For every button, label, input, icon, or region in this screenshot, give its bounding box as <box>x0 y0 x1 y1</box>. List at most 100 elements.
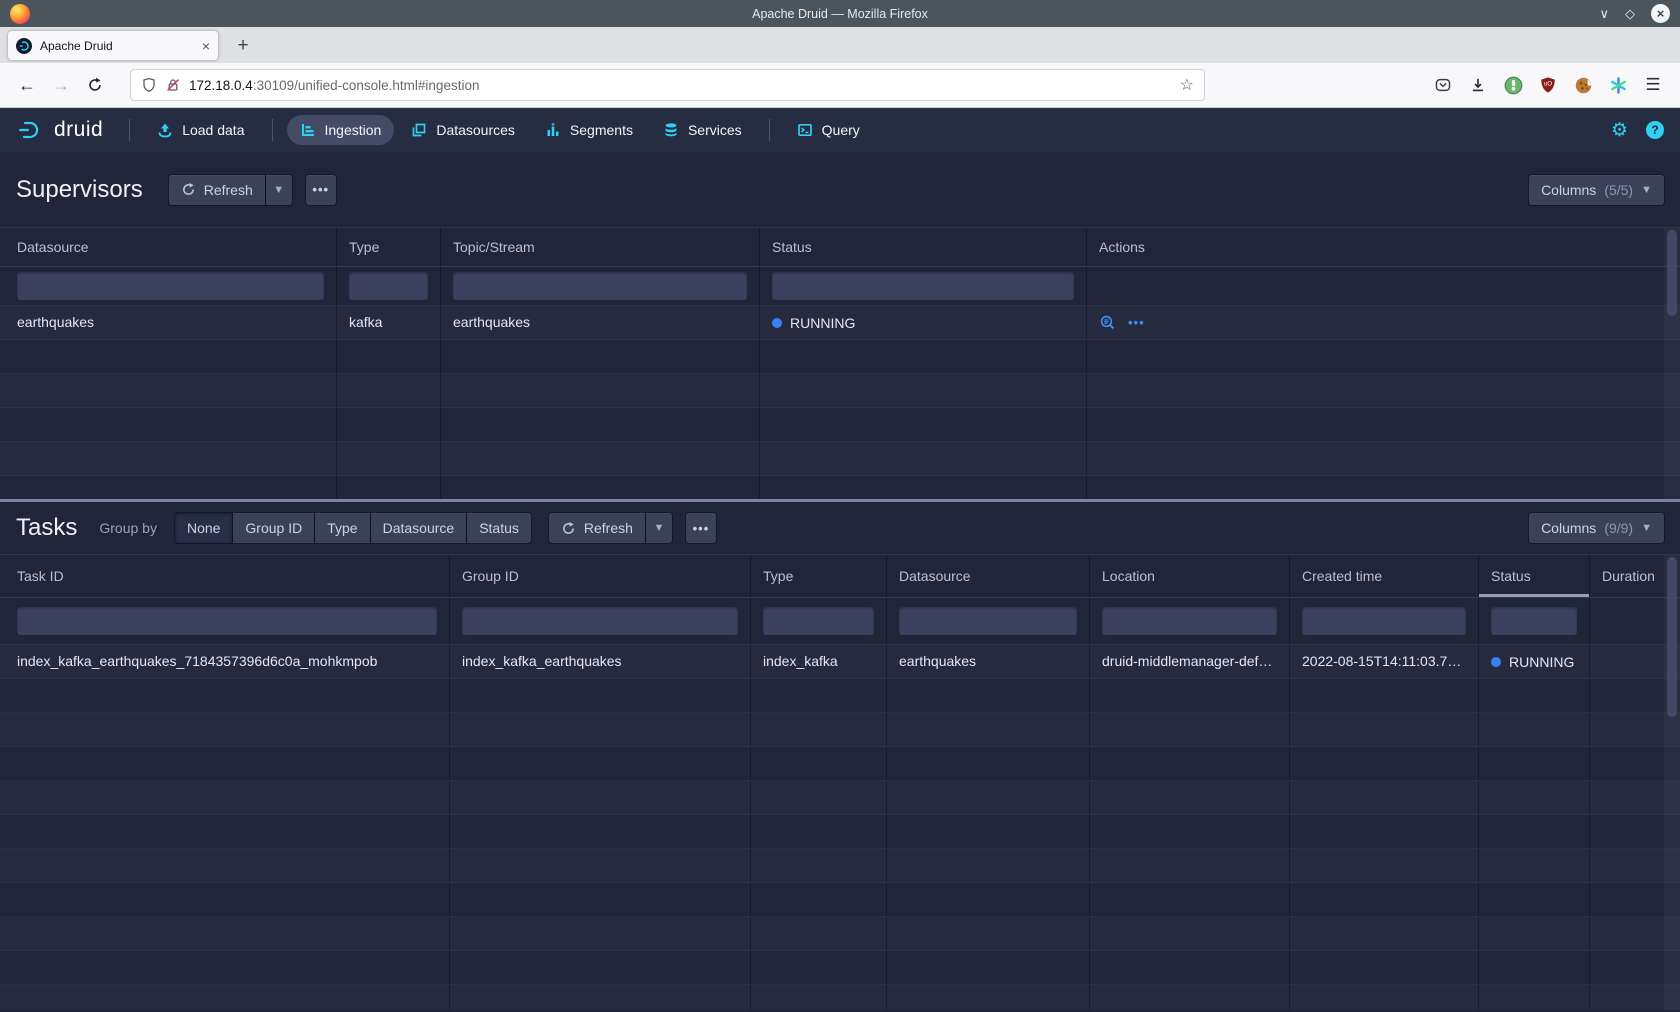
status-filter-input[interactable] <box>772 272 1074 300</box>
task-id-filter-input[interactable] <box>17 607 437 635</box>
supervisors-refresh-caret-button[interactable]: ▼ <box>266 175 292 205</box>
supervisors-scrollbar[interactable] <box>1664 228 1680 499</box>
maximize-icon[interactable]: ◇ <box>1625 7 1635 20</box>
column-header-datasource[interactable]: Datasource <box>0 228 337 266</box>
tab-apache-druid[interactable]: Apache Druid × <box>8 31 218 60</box>
supervisors-refresh-button[interactable]: Refresh <box>169 175 265 205</box>
ingestion-icon <box>300 122 316 138</box>
column-header-type[interactable]: Type <box>751 555 887 597</box>
insecure-lock-icon[interactable] <box>165 77 181 93</box>
nav-item-label: Segments <box>570 122 633 138</box>
empty-table-row <box>0 951 1680 985</box>
chevron-down-icon: ▼ <box>1641 184 1652 196</box>
location-filter-input[interactable] <box>1102 607 1277 635</box>
empty-table-row <box>0 985 1680 1010</box>
supervisor-datasource: earthquakes <box>0 306 337 339</box>
tasks-more-button[interactable]: ••• <box>686 513 716 543</box>
supervisor-row-earthquakes[interactable]: earthquakes kafka earthquakes RUNNING • <box>0 306 1680 340</box>
task-group-id: index_kafka_earthquakes <box>450 645 751 678</box>
tasks-filter-row <box>0 597 1680 645</box>
column-header-group-id[interactable]: Group ID <box>450 555 751 597</box>
type-filter-input[interactable] <box>349 272 428 300</box>
nav-divider <box>129 119 130 141</box>
nav-item-datasources[interactable]: Datasources <box>398 115 528 145</box>
window-titlebar: Apache Druid — Mozilla Firefox ∨ ◇ × <box>0 0 1680 27</box>
group-by-datasource-button[interactable]: Datasource <box>371 513 467 543</box>
nav-item-label: Services <box>688 122 742 138</box>
reload-button[interactable] <box>78 70 112 100</box>
row-more-actions-button[interactable]: ••• <box>1128 315 1145 330</box>
supervisor-status: RUNNING <box>760 306 1087 339</box>
nav-item-services[interactable]: Services <box>650 115 755 145</box>
column-header-location[interactable]: Location <box>1090 555 1290 597</box>
inspect-detail-icon[interactable] <box>1099 314 1116 331</box>
empty-table-row <box>0 442 1680 476</box>
supervisors-more-button[interactable]: ••• <box>306 175 336 205</box>
empty-table-row <box>0 781 1680 815</box>
group-by-status-button[interactable]: Status <box>467 513 531 543</box>
druid-console: druid Load data Ingestion <box>0 108 1680 1012</box>
nav-item-query[interactable]: Query <box>784 115 873 145</box>
group-by-none-button[interactable]: None <box>175 513 232 543</box>
reload-icon <box>87 77 103 93</box>
column-header-topic-stream[interactable]: Topic/Stream <box>441 228 760 266</box>
type-filter-input[interactable] <box>763 607 874 635</box>
bookmark-star-icon[interactable]: ☆ <box>1180 75 1194 95</box>
tasks-columns-button[interactable]: Columns (9/9) ▼ <box>1529 513 1664 543</box>
datasource-filter-input[interactable] <box>17 272 324 300</box>
nav-item-label: Load data <box>182 122 244 138</box>
column-header-status[interactable]: Status <box>760 228 1087 266</box>
created-time-filter-input[interactable] <box>1302 607 1466 635</box>
downloads-icon[interactable] <box>1467 74 1489 96</box>
tasks-scrollbar[interactable] <box>1664 555 1680 1010</box>
column-header-type[interactable]: Type <box>337 228 441 266</box>
nav-item-ingestion[interactable]: Ingestion <box>287 115 395 145</box>
shield-icon[interactable] <box>141 77 157 93</box>
ublock-shield-icon[interactable]: uO <box>1537 74 1559 96</box>
nav-item-load-data[interactable]: Load data <box>144 115 257 145</box>
cookie-icon[interactable] <box>1572 74 1594 96</box>
task-status: RUNNING <box>1479 645 1590 678</box>
nav-item-label: Datasources <box>436 122 515 138</box>
chevron-down-icon: ▼ <box>653 522 664 534</box>
datasource-filter-input[interactable] <box>899 607 1077 635</box>
task-row-index-kafka-earthquakes[interactable]: index_kafka_earthquakes_7184357396d6c0a_… <box>0 645 1680 679</box>
task-type: index_kafka <box>751 645 887 678</box>
column-header-task-id[interactable]: Task ID <box>0 555 450 597</box>
back-button[interactable]: ← <box>10 70 44 100</box>
tasks-refresh-button[interactable]: Refresh <box>549 513 645 543</box>
forward-button[interactable]: → <box>44 70 78 100</box>
settings-gear-icon[interactable]: ⚙ <box>1611 119 1628 142</box>
tasks-refresh-caret-button[interactable]: ▼ <box>646 513 672 543</box>
supervisors-filter-row <box>0 266 1680 306</box>
group-by-group-id-button[interactable]: Group ID <box>233 513 314 543</box>
tab-close-icon[interactable]: × <box>202 38 210 54</box>
url-bar[interactable]: 172.18.0.4:30109/unified-console.html#in… <box>130 69 1205 101</box>
column-header-created-time[interactable]: Created time <box>1290 555 1479 597</box>
supervisors-columns-button[interactable]: Columns (5/5) ▼ <box>1529 175 1664 205</box>
druid-nav: druid Load data Ingestion <box>0 108 1680 152</box>
druid-logo[interactable]: druid <box>16 118 103 142</box>
segments-icon <box>545 122 561 138</box>
column-header-status-sorted[interactable]: Status <box>1479 555 1590 597</box>
firefox-window: Apache Druid — Mozilla Firefox ∨ ◇ × Apa… <box>0 0 1680 1012</box>
empty-table-row <box>0 340 1680 374</box>
empty-table-row <box>0 917 1680 951</box>
help-icon[interactable]: ? <box>1646 121 1664 139</box>
menu-icon[interactable]: ☰ <box>1642 74 1664 96</box>
minimize-icon[interactable]: ∨ <box>1599 7 1609 20</box>
close-icon[interactable]: × <box>1651 4 1670 23</box>
pocket-icon[interactable] <box>1432 74 1454 96</box>
status-filter-input[interactable] <box>1491 607 1577 635</box>
services-icon <box>663 122 679 138</box>
extension-green-icon[interactable] <box>1502 74 1524 96</box>
group-id-filter-input[interactable] <box>462 607 738 635</box>
group-by-type-button[interactable]: Type <box>315 513 369 543</box>
nav-item-segments[interactable]: Segments <box>532 115 646 145</box>
url-text[interactable]: 172.18.0.4:30109/unified-console.html#in… <box>189 78 1172 93</box>
topic-stream-filter-input[interactable] <box>453 272 747 300</box>
new-tab-button[interactable]: + <box>228 31 258 60</box>
tasks-header-row: Task ID Group ID Type Datasource Locatio… <box>0 555 1680 597</box>
column-header-datasource[interactable]: Datasource <box>887 555 1090 597</box>
container-asterisk-icon[interactable] <box>1607 74 1629 96</box>
